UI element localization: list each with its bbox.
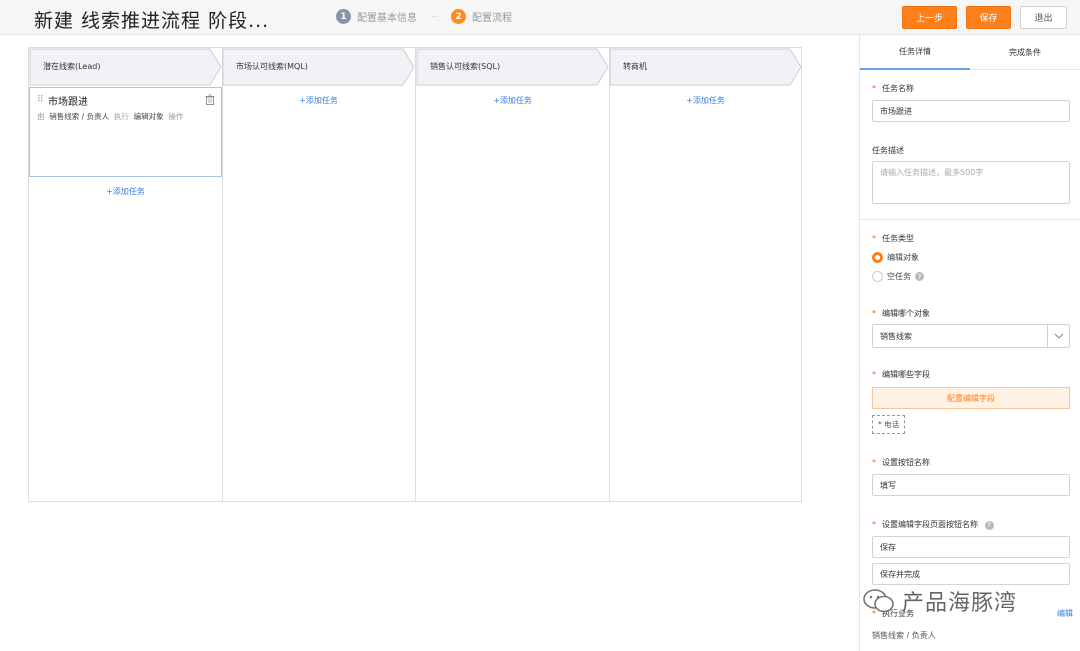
stage-title: 市场认可线索(MQL): [236, 62, 308, 71]
stage-title: 销售认可线索(SQL): [430, 62, 501, 71]
edit-page-buttons-label: * 设置编辑字段页面按钮名称 ?: [872, 519, 994, 530]
step-number: 1: [336, 9, 351, 24]
meta-op: 操作: [168, 112, 184, 121]
task-meta: 由 销售线索 / 负责人 执行 编辑对象 操作: [37, 111, 183, 122]
add-task-link[interactable]: +添加任务: [29, 186, 222, 197]
step-separator: ..: [432, 9, 439, 20]
stage-title: 转商机: [623, 62, 647, 71]
stage-column-sql: 销售认可线索(SQL) +添加任务: [416, 48, 610, 501]
edit-object-label: * 编辑哪个对象: [872, 309, 930, 318]
panel-tabs: 任务详情 完成条件: [860, 35, 1080, 70]
flow-board: 潜在线索(Lead) ⠿ 市场跟进 由 销售线索 / 负责人 执行 编辑对象 操…: [28, 47, 802, 502]
edit-executor-link[interactable]: 编辑: [1057, 608, 1073, 619]
add-task-link[interactable]: +添加任务: [416, 95, 609, 106]
help-icon[interactable]: ?: [915, 272, 924, 281]
task-type-label: * 任务类型: [872, 234, 914, 243]
step-configure-flow[interactable]: 2 配置流程: [451, 9, 512, 24]
radio-unselected-icon: [872, 271, 883, 282]
task-name-input[interactable]: 市场跟进: [872, 100, 1070, 122]
save-button-name-input[interactable]: 保存: [872, 536, 1070, 558]
task-desc-textarea[interactable]: 请输入任务描述，最多500字: [872, 161, 1070, 204]
page-title: 新建 线索推进流程 阶段...: [34, 10, 270, 32]
button-name-input[interactable]: 填写: [872, 474, 1070, 496]
stage-column-lead: 潜在线索(Lead) ⠿ 市场跟进 由 销售线索 / 负责人 执行 编辑对象 操…: [29, 48, 223, 501]
chevron-down-icon: [1047, 325, 1069, 347]
task-desc-label: 任务描述: [872, 146, 904, 155]
meta-owner: 销售线索 / 负责人: [49, 112, 110, 121]
configure-fields-button[interactable]: 配置编辑字段: [872, 387, 1070, 409]
meta-action: 编辑对象: [133, 112, 164, 121]
drag-handle-icon[interactable]: ⠿: [37, 95, 44, 105]
radio-selected-icon: [872, 252, 883, 263]
header-bar: 新建 线索推进流程 阶段... 1 配置基本信息 .. 2 配置流程 上一步 保…: [0, 0, 1080, 35]
step-number: 2: [451, 9, 466, 24]
tab-task-details[interactable]: 任务详情: [860, 35, 970, 70]
button-name-label: * 设置按钮名称: [872, 458, 930, 467]
radio-empty-task[interactable]: 空任务 ?: [872, 271, 924, 282]
executor-value: 销售线索 / 负责人: [872, 631, 936, 640]
step-basic-info[interactable]: 1 配置基本信息: [336, 9, 417, 24]
add-task-link[interactable]: +添加任务: [609, 95, 802, 106]
stage-column-opportunity: 转商机 +添加任务: [609, 48, 802, 501]
task-card[interactable]: ⠿ 市场跟进 由 销售线索 / 负责人 执行 编辑对象 操作: [29, 87, 222, 177]
edit-fields-label: * 编辑哪些字段: [872, 370, 930, 379]
section-divider: [860, 219, 1080, 220]
step-label: 配置流程: [472, 13, 512, 24]
tab-completion-conditions[interactable]: 完成条件: [970, 35, 1080, 70]
wechat-icon: [863, 589, 894, 613]
task-name-label: * 任务名称: [872, 84, 914, 93]
trash-icon[interactable]: [205, 94, 215, 105]
field-tag-phone[interactable]: * 电话: [872, 415, 906, 434]
save-button[interactable]: 保存: [966, 6, 1011, 29]
previous-step-button[interactable]: 上一步: [902, 6, 957, 29]
stage-column-mql: 市场认可线索(MQL) +添加任务: [222, 48, 416, 501]
help-icon[interactable]: ?: [984, 520, 994, 530]
task-name: 市场跟进: [48, 97, 88, 108]
radio-edit-object[interactable]: 编辑对象: [872, 252, 919, 263]
step-label: 配置基本信息: [357, 13, 417, 24]
meta-prefix: 由: [37, 112, 45, 121]
task-detail-panel: 任务详情 完成条件 * 任务名称 市场跟进 任务描述 请输入任务描述，最多500字…: [859, 35, 1080, 651]
watermark: 产品海豚湾: [862, 585, 1017, 617]
save-complete-button-name-input[interactable]: 保存并完成: [872, 563, 1070, 585]
edit-object-select[interactable]: 销售线索: [872, 324, 1070, 348]
exit-button[interactable]: 退出: [1020, 6, 1067, 29]
add-task-link[interactable]: +添加任务: [222, 95, 415, 106]
meta-exec: 执行: [113, 112, 129, 121]
watermark-text: 产品海豚湾: [902, 591, 1018, 616]
stage-title: 潜在线索(Lead): [43, 62, 101, 71]
